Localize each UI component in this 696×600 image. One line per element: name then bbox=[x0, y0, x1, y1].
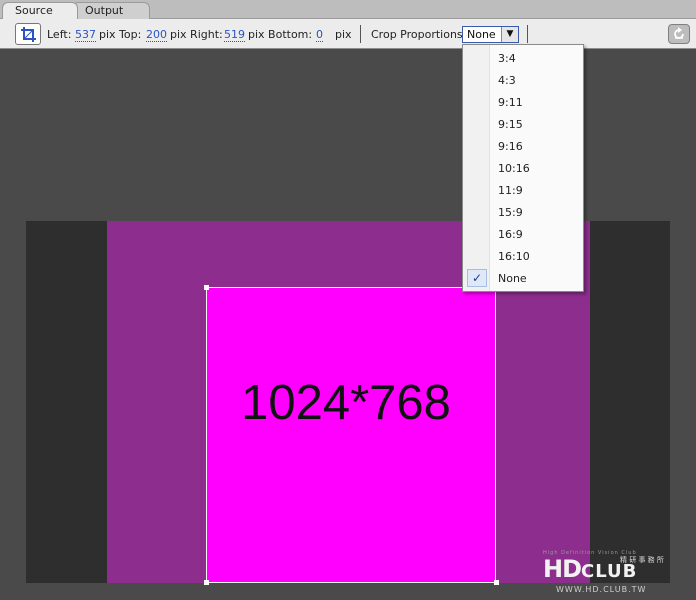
image-resolution-text: 1024*768 bbox=[241, 376, 451, 430]
menu-item-16-10[interactable]: 16:10 bbox=[464, 246, 582, 266]
crop-handle-top-left[interactable] bbox=[204, 285, 209, 290]
crop-proportions-menu: 3:4 4:3 9:11 9:15 9:16 10:16 11:9 15:9 1… bbox=[462, 44, 584, 292]
menu-item-15-9[interactable]: 15:9 bbox=[464, 202, 582, 222]
menu-item-9-15[interactable]: 9:15 bbox=[464, 114, 582, 134]
crop-proportions-select[interactable]: None ▼ bbox=[462, 26, 519, 43]
crop-proportions-value: None bbox=[467, 28, 496, 41]
tab-bar: Output Source bbox=[0, 0, 696, 19]
bottom-unit-label: pix bbox=[335, 28, 352, 41]
right-label: pix Right: bbox=[170, 28, 223, 41]
watermark-logo: HDCLUB bbox=[543, 556, 637, 585]
crop-handle-bottom-right[interactable] bbox=[494, 580, 499, 585]
menu-item-none[interactable]: ✓ None bbox=[464, 268, 582, 288]
chevron-down-icon[interactable]: ▼ bbox=[501, 27, 518, 42]
crop-handle-bottom-left[interactable] bbox=[204, 580, 209, 585]
bottom-label: pix Bottom: bbox=[248, 28, 313, 41]
menu-item-9-11[interactable]: 9:11 bbox=[464, 92, 582, 112]
menu-item-16-9[interactable]: 16:9 bbox=[464, 224, 582, 244]
top-value-field[interactable]: 200 bbox=[146, 28, 167, 42]
reset-icon bbox=[674, 27, 684, 39]
crop-region[interactable] bbox=[206, 287, 496, 583]
menu-item-label: None bbox=[498, 272, 527, 285]
crop-icon bbox=[21, 27, 36, 42]
toolbar-divider bbox=[360, 25, 361, 43]
tab-source[interactable]: Source bbox=[2, 2, 78, 19]
toolbar-divider bbox=[527, 25, 528, 43]
menu-item-label: 15:9 bbox=[498, 206, 523, 219]
menu-item-label: 11:9 bbox=[498, 184, 523, 197]
left-value-field[interactable]: 537 bbox=[75, 28, 96, 42]
menu-item-label: 9:16 bbox=[498, 140, 523, 153]
menu-item-label: 9:15 bbox=[498, 118, 523, 131]
menu-item-4-3[interactable]: 4:3 bbox=[464, 70, 582, 90]
top-label: pix Top: bbox=[99, 28, 142, 41]
watermark-url: WWW.HD.CLUB.TW bbox=[556, 585, 647, 594]
watermark-logo-club: CLUB bbox=[581, 561, 638, 582]
tab-source-label: Source bbox=[15, 4, 53, 17]
crop-tool-button[interactable] bbox=[15, 23, 41, 45]
menu-item-label: 9:11 bbox=[498, 96, 523, 109]
menu-item-label: 16:9 bbox=[498, 228, 523, 241]
checkmark-icon: ✓ bbox=[467, 269, 487, 287]
bottom-value-field[interactable]: 0 bbox=[316, 28, 323, 42]
watermark-logo-hd: HD bbox=[543, 555, 582, 583]
menu-item-label: 3:4 bbox=[498, 52, 516, 65]
left-label: Left: bbox=[47, 28, 72, 41]
tab-output-label: Output bbox=[85, 4, 124, 17]
crop-proportions-label: Crop Proportions: bbox=[371, 28, 467, 41]
letterbox-left bbox=[26, 221, 107, 583]
menu-item-11-9[interactable]: 11:9 bbox=[464, 180, 582, 200]
right-value-field[interactable]: 519 bbox=[224, 28, 245, 42]
crop-toolbar: Left: 537 pix Top: 200 pix Right: 519 pi… bbox=[0, 19, 696, 49]
menu-item-label: 10:16 bbox=[498, 162, 530, 175]
reset-button[interactable] bbox=[668, 24, 690, 44]
menu-item-label: 16:10 bbox=[498, 250, 530, 263]
menu-item-10-16[interactable]: 10:16 bbox=[464, 158, 582, 178]
menu-item-3-4[interactable]: 3:4 bbox=[464, 48, 582, 68]
tab-output[interactable]: Output bbox=[72, 2, 150, 19]
menu-item-label: 4:3 bbox=[498, 74, 516, 87]
letterbox-right bbox=[590, 221, 670, 583]
menu-item-9-16[interactable]: 9:16 bbox=[464, 136, 582, 156]
